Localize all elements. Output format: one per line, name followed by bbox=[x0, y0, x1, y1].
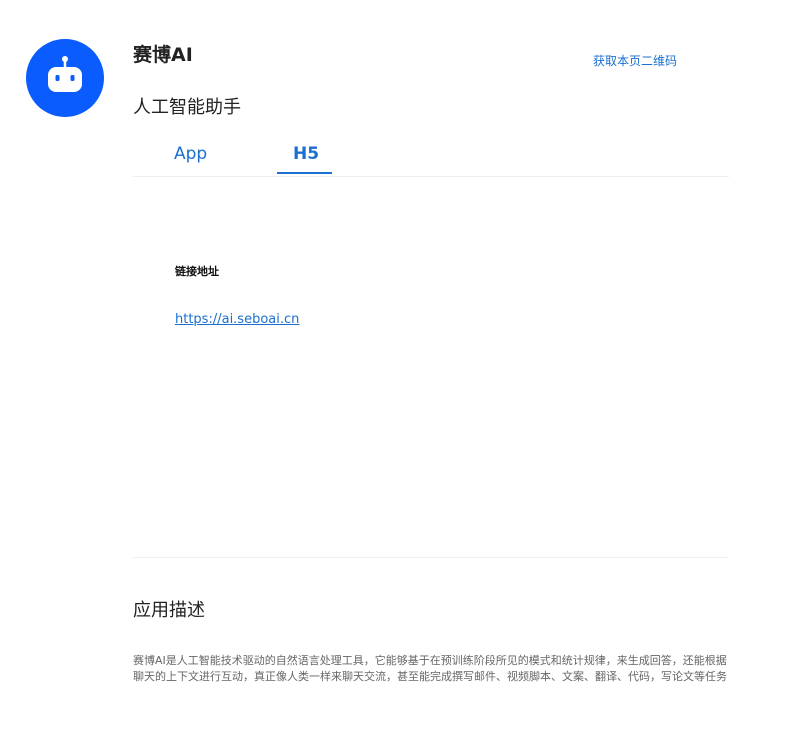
tab-h5[interactable]: H5 bbox=[293, 144, 319, 164]
app-subtitle: 人工智能助手 bbox=[133, 97, 241, 118]
description-title: 应用描述 bbox=[133, 600, 205, 621]
app-name: 赛博AI bbox=[133, 44, 193, 66]
link-address-label: 链接地址 bbox=[175, 265, 219, 278]
app-detail-page: 赛博AI 获取本页二维码 人工智能助手 App H5 链接地址 https://… bbox=[0, 0, 810, 734]
description-text: 赛博AI是人工智能技术驱动的自然语言处理工具，它能够基于在预训练阶段所见的模式和… bbox=[133, 654, 727, 683]
section-divider bbox=[133, 557, 729, 558]
platform-tabs: App H5 bbox=[133, 140, 729, 177]
active-tab-indicator bbox=[277, 172, 332, 174]
robot-icon bbox=[48, 56, 82, 92]
get-qr-code-link[interactable]: 获取本页二维码 bbox=[593, 52, 677, 69]
app-logo bbox=[26, 39, 104, 117]
h5-link-url[interactable]: https://ai.seboai.cn bbox=[175, 312, 299, 327]
tab-app[interactable]: App bbox=[174, 144, 207, 164]
